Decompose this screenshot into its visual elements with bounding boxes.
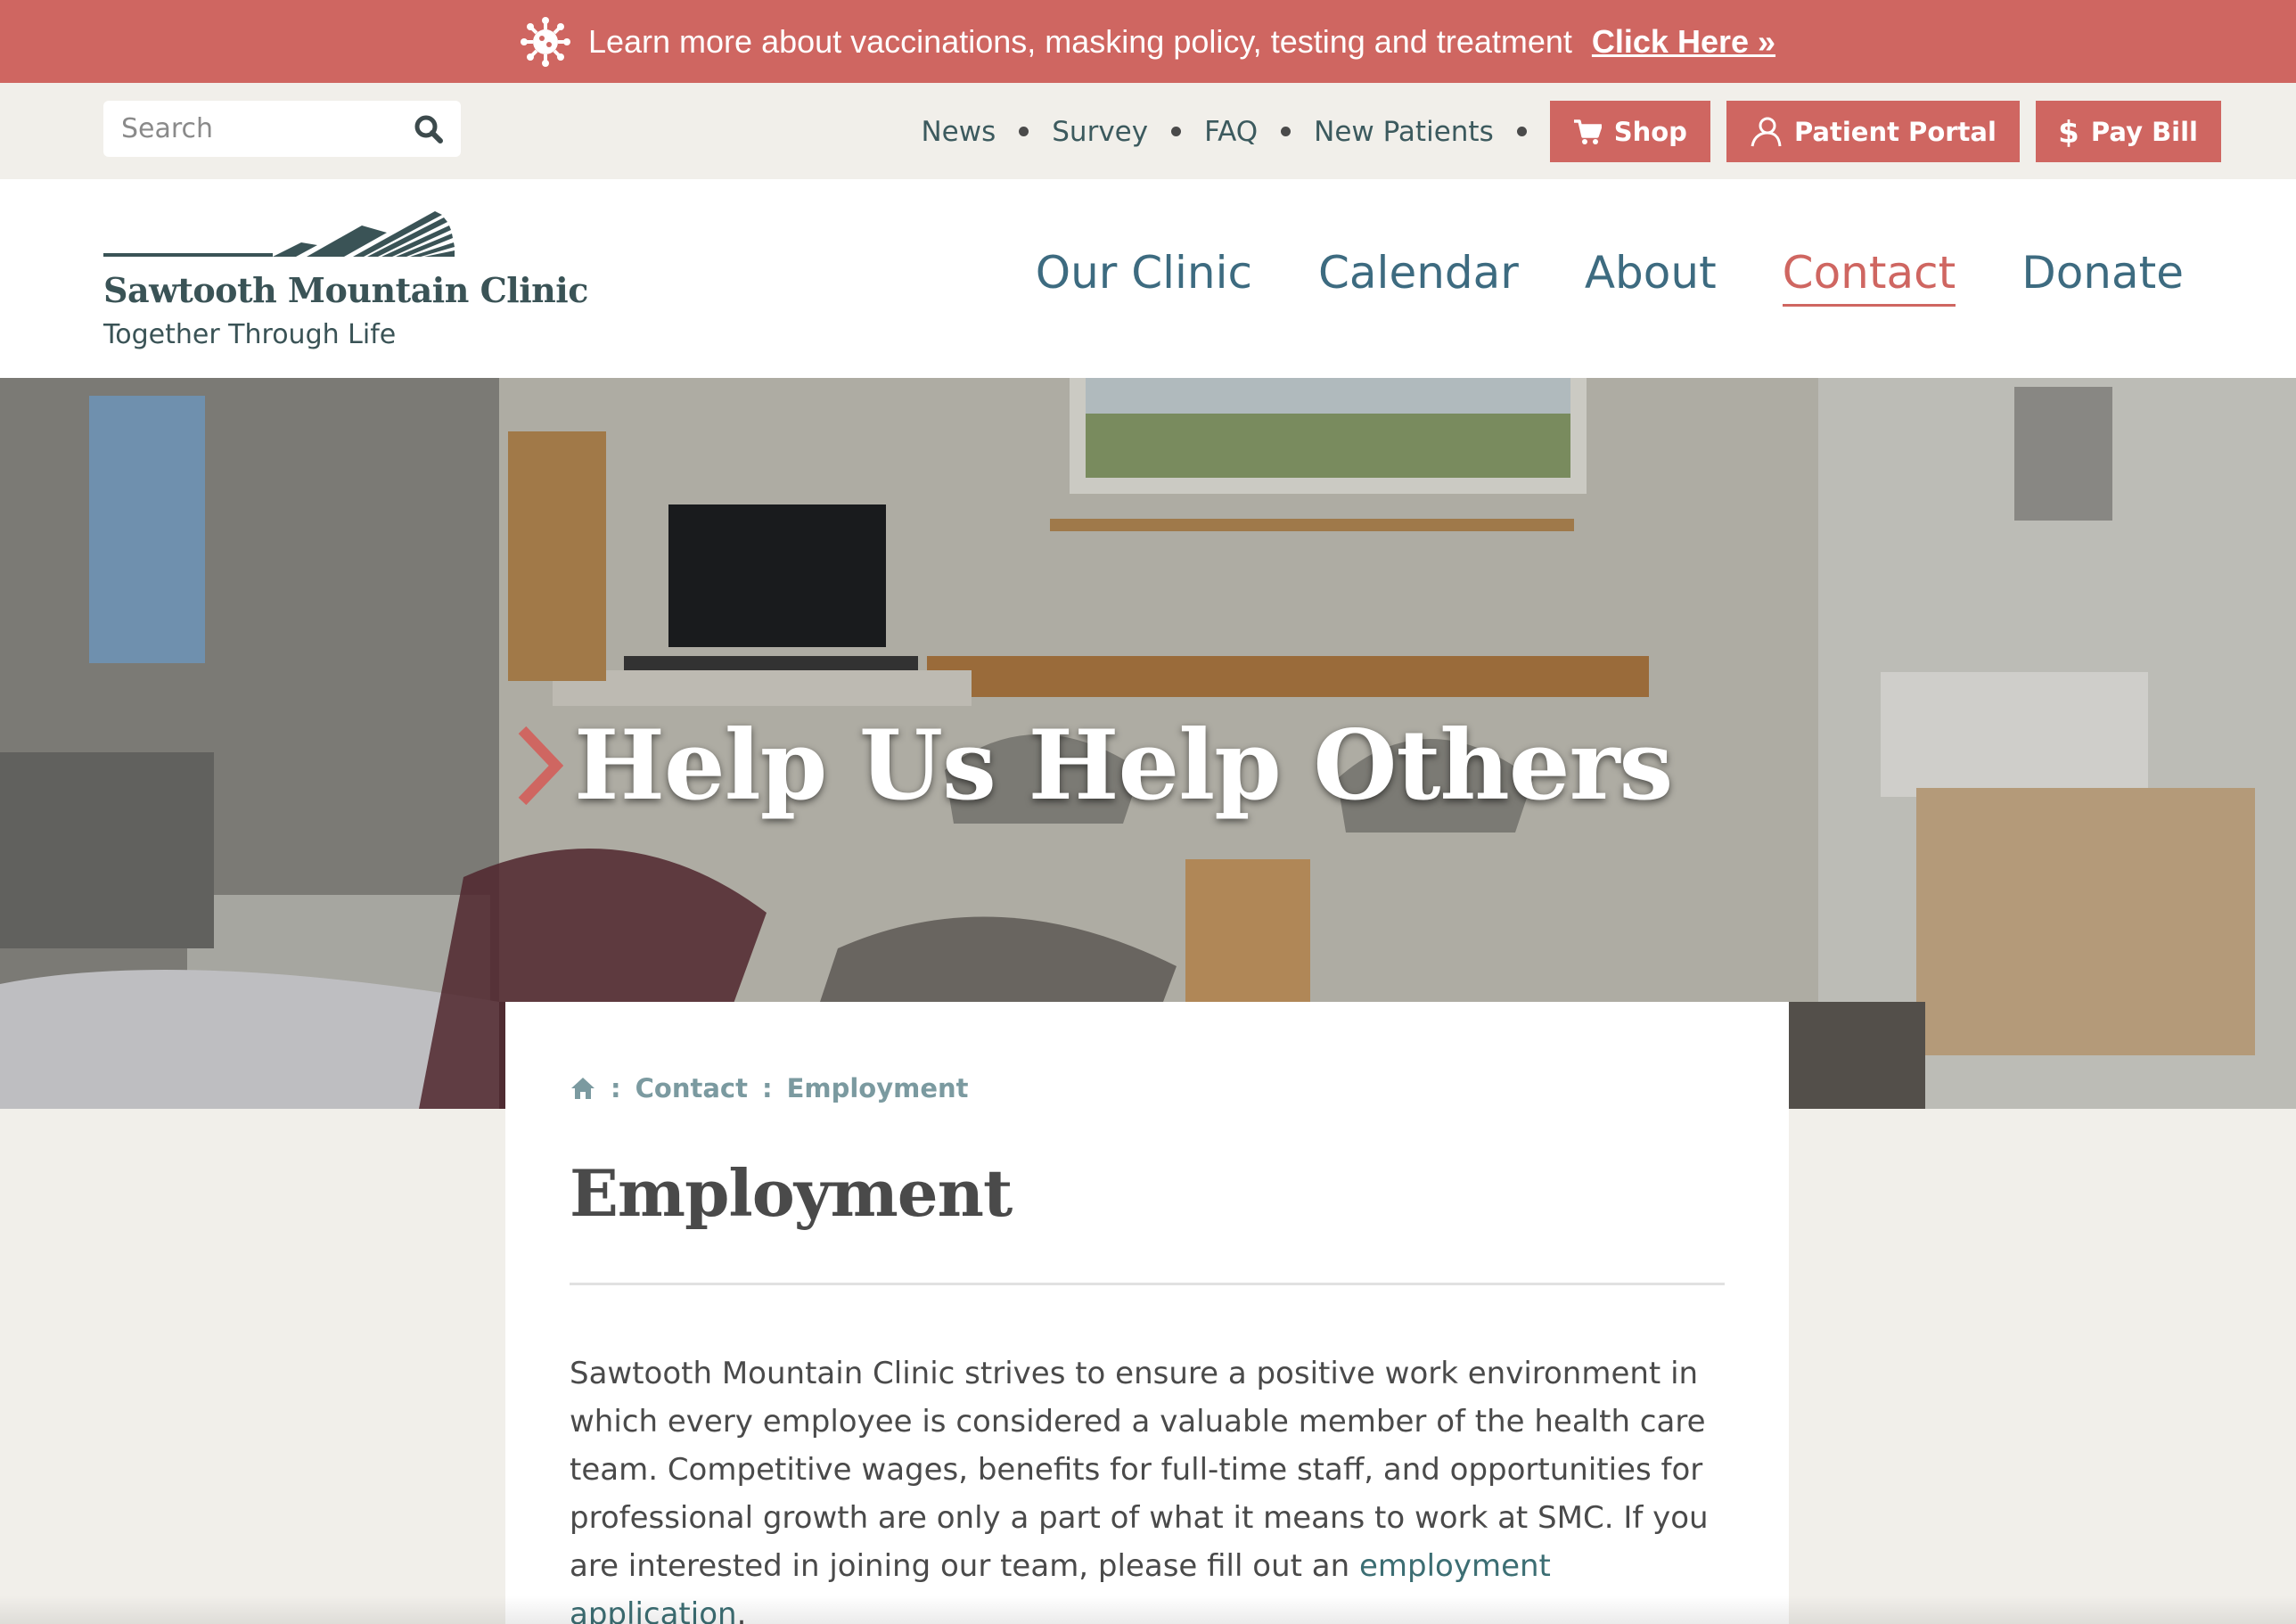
separator-dot — [1281, 127, 1292, 136]
shop-label: Shop — [1613, 116, 1687, 147]
search-box — [103, 101, 461, 157]
dollar-icon: $ — [2059, 116, 2079, 148]
page-title: Employment — [570, 1155, 1013, 1231]
bottom-shadow — [0, 1595, 2296, 1624]
hero-banner: Help Us Help Others — [0, 378, 2296, 1109]
breadcrumb-contact[interactable]: Contact — [636, 1073, 748, 1103]
nav-calendar[interactable]: Calendar — [1318, 247, 1519, 307]
nav-donate[interactable]: Donate — [2021, 247, 2184, 307]
announcement-link[interactable]: Click Here » — [1592, 23, 1775, 61]
patient-portal-button[interactable]: Patient Portal — [1726, 101, 2020, 162]
breadcrumb-separator: : — [761, 1073, 773, 1103]
breadcrumb: : Contact : Employment — [570, 1073, 1725, 1103]
nav-about[interactable]: About — [1585, 247, 1717, 307]
cart-icon — [1573, 119, 1602, 144]
search-icon[interactable] — [413, 113, 445, 145]
main-nav: Our Clinic Calendar About Contact Donate — [1036, 247, 2184, 307]
separator-dot — [1019, 127, 1029, 136]
pay-bill-label: Pay Bill — [2090, 116, 2198, 147]
separator-dot — [1171, 127, 1182, 136]
hero-heading: Help Us Help Others — [517, 709, 1673, 822]
logo-name: Sawtooth Mountain Clinic — [103, 270, 588, 310]
mountain-logo-icon — [103, 211, 455, 257]
utility-bar: News Survey FAQ New Patients Shop Patien… — [0, 83, 2296, 179]
utility-nav: News Survey FAQ New Patients Shop Patien… — [921, 101, 2221, 162]
patient-portal-label: Patient Portal — [1793, 116, 1997, 147]
home-icon[interactable] — [570, 1076, 596, 1101]
hero-title: Help Us Help Others — [574, 709, 1673, 822]
user-icon — [1751, 117, 1782, 146]
announcement-bar: Learn more about vaccinations, masking p… — [0, 0, 2296, 83]
nav-contact[interactable]: Contact — [1782, 247, 1956, 307]
new-patients-link[interactable]: New Patients — [1314, 116, 1494, 148]
news-link[interactable]: News — [921, 116, 996, 148]
breadcrumb-separator: : — [611, 1073, 621, 1103]
chevron-right-icon — [518, 726, 563, 805]
announcement-text: Learn more about vaccinations, masking p… — [587, 22, 1572, 60]
svg-text:$: $ — [2059, 116, 2079, 148]
pay-bill-button[interactable]: $ Pay Bill — [2035, 101, 2221, 162]
logo-tagline: Together Through Life — [103, 319, 397, 350]
body-paragraph: Sawtooth Mountain Clinic strives to ensu… — [570, 1349, 1725, 1624]
site-header: Sawtooth Mountain Clinic Together Throug… — [0, 179, 2296, 378]
nav-our-clinic[interactable]: Our Clinic — [1036, 247, 1252, 307]
separator-dot — [1516, 127, 1527, 136]
site-logo[interactable]: Sawtooth Mountain Clinic Together Throug… — [103, 209, 588, 350]
shop-button[interactable]: Shop — [1549, 101, 1710, 162]
divider — [570, 1283, 1725, 1285]
content-card: : Contact : Employment Employment Sawtoo… — [505, 1002, 1789, 1624]
search-input[interactable] — [121, 113, 406, 144]
breadcrumb-employment[interactable]: Employment — [787, 1073, 969, 1103]
virus-icon — [520, 16, 570, 67]
survey-link[interactable]: Survey — [1052, 116, 1148, 148]
faq-link[interactable]: FAQ — [1204, 116, 1258, 148]
